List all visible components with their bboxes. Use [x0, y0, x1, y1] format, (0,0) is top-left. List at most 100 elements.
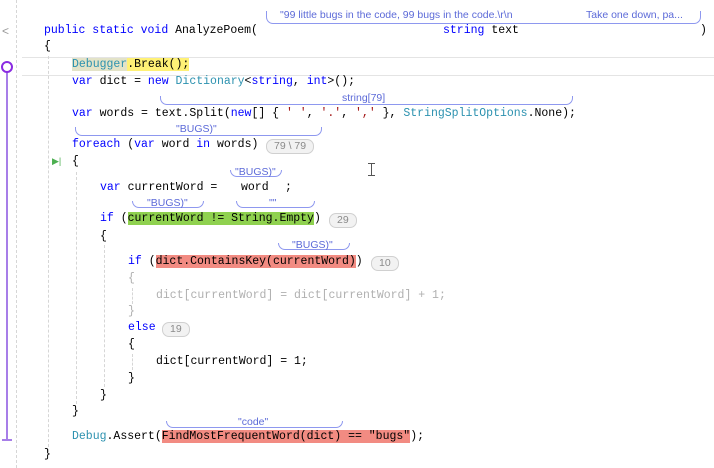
code-token: dict =	[99, 75, 148, 88]
code-line-if-contains[interactable]: if (dict.ContainsKey(currentWord))	[128, 254, 363, 270]
datatip-value[interactable]: "99 little bugs in the code, 99 bugs in …	[280, 9, 513, 21]
code-token: .None);	[527, 107, 576, 120]
code-line-parameter[interactable]: string text	[443, 23, 519, 39]
indent-guide	[132, 288, 133, 304]
indent-guide	[132, 354, 133, 370]
code-token: ;	[285, 181, 292, 194]
code-token: FindMostFrequentWord(dict) == "bugs"	[161, 430, 411, 443]
code-token: dict.ContainsKey(currentWord)	[155, 255, 356, 268]
code-token: var	[72, 107, 100, 120]
code-line-else[interactable]: else	[128, 320, 156, 336]
indent-guide	[76, 172, 77, 404]
code-token: }	[128, 305, 135, 318]
code-token: string	[443, 24, 492, 37]
datatip-value[interactable]: "BUGS)"	[235, 166, 276, 178]
code-token: new	[147, 75, 176, 88]
datatip-value[interactable]: ""	[269, 197, 276, 209]
hit-count-badge[interactable]: 79 \ 79	[266, 139, 315, 154]
code-line-assert[interactable]: Debug.Assert(FindMostFrequentWord(dict) …	[72, 429, 424, 445]
hit-count-badge[interactable]: 10	[371, 256, 399, 271]
code-token: }	[100, 389, 107, 402]
code-line[interactable]: {	[100, 229, 107, 245]
code-line[interactable]: var currentWord =	[100, 180, 217, 196]
code-token: ' '	[285, 107, 307, 120]
datatip-value[interactable]: Take one down, pa...	[586, 9, 683, 21]
code-token: var	[100, 181, 128, 194]
code-line[interactable]: }	[72, 404, 79, 420]
code-token: [] {	[251, 107, 286, 120]
code-token: foreach	[72, 138, 128, 151]
code-line[interactable]: {	[72, 154, 79, 170]
execution-flow-line	[6, 67, 8, 440]
code-token: {	[128, 338, 135, 351]
code-line-semicolon[interactable]: ;	[285, 180, 292, 196]
code-line-signature[interactable]: public static void AnalyzePoem(	[44, 23, 258, 39]
margin-separator	[16, 0, 17, 468]
hit-count-badge[interactable]: 29	[329, 213, 357, 228]
datatip-value[interactable]: string[79]	[342, 92, 385, 104]
code-token: Dictionary	[175, 75, 245, 88]
code-token: dict[currentWord] = dict[currentWord] + …	[156, 289, 446, 302]
code-token: .Break();	[127, 58, 190, 71]
code-token: word	[241, 181, 269, 194]
code-token: var	[134, 138, 162, 151]
code-token: AnalyzePoem(	[175, 24, 258, 37]
code-token: dict[currentWord] = 1;	[156, 355, 308, 368]
code-token: ,	[292, 75, 307, 88]
code-token: }	[72, 405, 79, 418]
code-token: in	[196, 138, 217, 151]
code-line[interactable]: {	[44, 39, 51, 55]
code-token: currentWord =	[127, 181, 218, 194]
datatip-value[interactable]: "code"	[238, 416, 268, 428]
code-token: words)	[216, 138, 259, 151]
code-line[interactable]: dict[currentWord] = 1;	[156, 354, 308, 370]
code-line[interactable]: }	[100, 388, 107, 404]
breakpoint-marker-icon[interactable]	[1, 61, 13, 73]
code-token: {	[128, 272, 135, 285]
hit-count-badge[interactable]: 19	[162, 322, 190, 337]
code-line[interactable]: var dict = new Dictionary<string, int>()…	[72, 74, 355, 90]
code-line[interactable]: }	[128, 371, 135, 387]
code-token: word	[161, 138, 197, 151]
indent-guide	[104, 245, 105, 387]
datatip-value[interactable]: "BUGS)"	[292, 239, 333, 251]
code-line[interactable]: dict[currentWord] = dict[currentWord] + …	[156, 288, 446, 304]
code-line[interactable]: {	[128, 271, 135, 287]
code-line-word[interactable]: word	[241, 180, 269, 196]
code-line-current[interactable]: Debugger.Break();	[72, 57, 190, 73]
code-token: public static void	[44, 24, 176, 37]
code-line-foreach[interactable]: foreach (var word in words)	[72, 137, 258, 153]
code-line[interactable]: }	[128, 304, 135, 320]
code-token: )	[355, 255, 363, 268]
code-token: Debugger	[72, 58, 128, 71]
code-token: {	[72, 155, 79, 168]
code-token: ','	[355, 107, 376, 120]
code-token: Debug	[72, 430, 107, 443]
datatip-value[interactable]: "BUGS)"	[147, 197, 188, 209]
code-token: )	[700, 24, 707, 37]
code-token: words = text.Split(	[99, 107, 231, 120]
code-token: string	[251, 75, 293, 88]
code-token: )	[313, 212, 321, 225]
code-line[interactable]: }	[44, 447, 51, 463]
datatip-value[interactable]: "BUGS)"	[176, 123, 217, 135]
run-to-here-icon[interactable]: ▶|	[52, 156, 61, 167]
code-token: if	[128, 255, 149, 268]
code-token: >();	[327, 75, 356, 88]
code-line[interactable]: var words = text.Split(new[] { ' ', '.',…	[72, 106, 576, 122]
code-token: {	[100, 230, 107, 243]
code-line[interactable]: {	[128, 337, 135, 353]
collapse-icon[interactable]: <	[2, 24, 9, 38]
code-token: currentWord != String.Empty	[127, 212, 314, 225]
code-token: .Assert(	[106, 430, 162, 443]
code-token: }	[128, 372, 135, 385]
code-token: },	[375, 107, 404, 120]
code-token: var	[72, 75, 100, 88]
code-token: if	[100, 212, 121, 225]
code-editor: < ▶| public static void AnalyzePoem( str…	[0, 0, 714, 468]
code-line-paren[interactable]: )	[700, 23, 707, 39]
code-line-if[interactable]: if (currentWord != String.Empty)	[100, 211, 321, 227]
code-token: '.'	[320, 107, 342, 120]
code-token: }	[44, 448, 51, 461]
code-token: new	[230, 107, 252, 120]
